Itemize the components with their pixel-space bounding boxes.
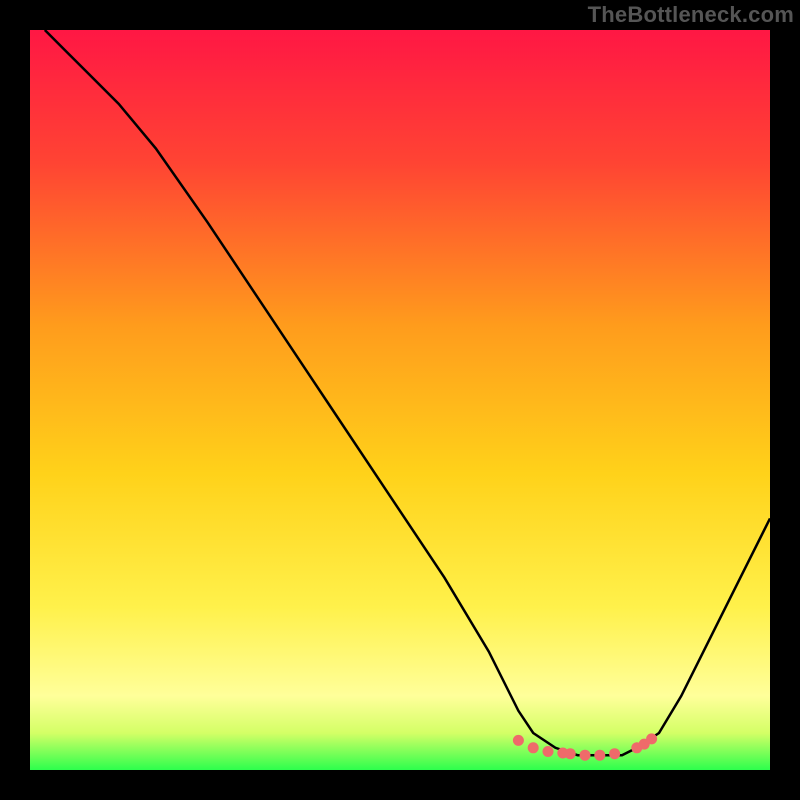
highlight-dot — [609, 748, 620, 759]
highlight-dot — [646, 733, 657, 744]
highlight-dot — [543, 746, 554, 757]
bottleneck-chart — [0, 0, 800, 800]
plot-background — [30, 30, 770, 770]
highlight-dot — [594, 750, 605, 761]
highlight-dot — [513, 735, 524, 746]
highlight-dot — [580, 750, 591, 761]
highlight-dot — [528, 742, 539, 753]
highlight-dot — [565, 748, 576, 759]
chart-frame: { "watermark": "TheBottleneck.com", "cha… — [0, 0, 800, 800]
